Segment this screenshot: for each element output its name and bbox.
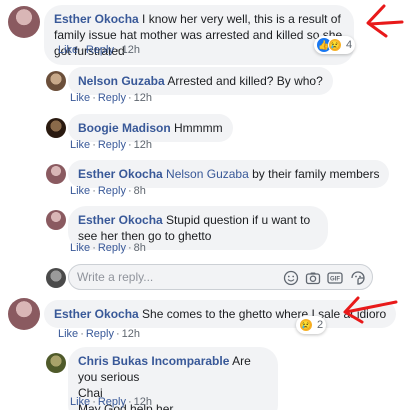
- like-link[interactable]: Like: [70, 139, 90, 151]
- like-link[interactable]: Like: [70, 242, 90, 254]
- reaction-count: 4: [346, 39, 353, 51]
- reply-link[interactable]: Reply: [86, 44, 114, 56]
- timestamp[interactable]: 12h: [134, 396, 152, 408]
- comment-bubble: Boogie Madison Hmmmm: [68, 114, 233, 142]
- comment-author[interactable]: Esther Okocha: [54, 307, 139, 321]
- reply-link[interactable]: Reply: [98, 185, 126, 197]
- comment-bubble: Esther Okocha Nelson Guzaba by their fam…: [68, 160, 390, 188]
- like-link[interactable]: Like: [70, 396, 90, 408]
- timestamp[interactable]: 12h: [122, 44, 140, 56]
- comment-bubble: Esther Okocha I know her very well, this…: [44, 5, 354, 65]
- comment-author[interactable]: Nelson Guzaba: [78, 74, 165, 88]
- like-link[interactable]: Like: [70, 185, 90, 197]
- gif-icon[interactable]: GIF: [327, 270, 343, 286]
- comment-actions: Like · Reply · 12h: [58, 328, 141, 340]
- comment-actions: Like · Reply · 12h: [70, 396, 153, 408]
- like-link[interactable]: Like: [58, 44, 78, 56]
- like-link[interactable]: Like: [70, 92, 90, 104]
- comment-text: by their family members: [252, 167, 380, 181]
- reaction-count: 2: [317, 319, 324, 331]
- avatar[interactable]: [8, 298, 40, 330]
- comment-author[interactable]: Boogie Madison: [78, 121, 171, 135]
- mentioned-user[interactable]: Nelson Guzaba: [166, 167, 249, 181]
- timestamp[interactable]: 8h: [134, 242, 146, 254]
- comment-text: Hmmmm: [174, 121, 223, 135]
- red-arrow-annotation: [343, 296, 398, 324]
- reply-box: GIF: [68, 264, 373, 290]
- svg-text:GIF: GIF: [330, 277, 340, 283]
- reply-link[interactable]: Reply: [98, 92, 126, 104]
- comment-text: Arrested and killed? By who?: [167, 74, 323, 88]
- reaction-badge[interactable]: 👍 😢 4: [314, 36, 356, 54]
- timestamp[interactable]: 8h: [134, 185, 146, 197]
- timestamp[interactable]: 12h: [134, 139, 152, 151]
- comment-actions: Like · Reply · 8h: [70, 242, 146, 254]
- avatar[interactable]: [46, 71, 66, 91]
- comment-actions: Like · Reply · 12h: [70, 92, 153, 104]
- avatar[interactable]: [46, 118, 66, 138]
- reaction-badge[interactable]: 😢 2: [296, 316, 327, 334]
- timestamp[interactable]: 12h: [134, 92, 152, 104]
- camera-icon[interactable]: [305, 270, 321, 286]
- reply-input[interactable]: [77, 270, 257, 284]
- avatar[interactable]: [46, 164, 66, 184]
- comment-actions: Like · Reply · 12h: [70, 139, 153, 151]
- comment-actions: Like · Reply · 12h: [58, 44, 141, 56]
- reply-link[interactable]: Reply: [98, 396, 126, 408]
- sad-reaction-icon: 😢: [328, 38, 342, 52]
- avatar[interactable]: [46, 353, 66, 373]
- avatar[interactable]: [8, 6, 40, 38]
- reply-link[interactable]: Reply: [98, 139, 126, 151]
- sad-reaction-icon: 😢: [299, 318, 313, 332]
- comment-author[interactable]: Esther Okocha: [78, 167, 163, 181]
- comment-bubble: Nelson Guzaba Arrested and killed? By wh…: [68, 67, 333, 95]
- current-user-avatar: [46, 268, 66, 288]
- comment-author[interactable]: Esther Okocha: [78, 213, 163, 227]
- emoji-icon[interactable]: [283, 270, 299, 286]
- reply-link[interactable]: Reply: [98, 242, 126, 254]
- avatar[interactable]: [46, 210, 66, 230]
- timestamp[interactable]: 12h: [122, 328, 140, 340]
- comment-author[interactable]: Chris Bukas Incomparable: [78, 354, 229, 368]
- reply-link[interactable]: Reply: [86, 328, 114, 340]
- comment-actions: Like · Reply · 8h: [70, 185, 146, 197]
- sticker-icon[interactable]: [350, 270, 366, 286]
- like-link[interactable]: Like: [58, 328, 78, 340]
- red-arrow-annotation: [366, 4, 404, 38]
- comment-author[interactable]: Esther Okocha: [54, 12, 139, 26]
